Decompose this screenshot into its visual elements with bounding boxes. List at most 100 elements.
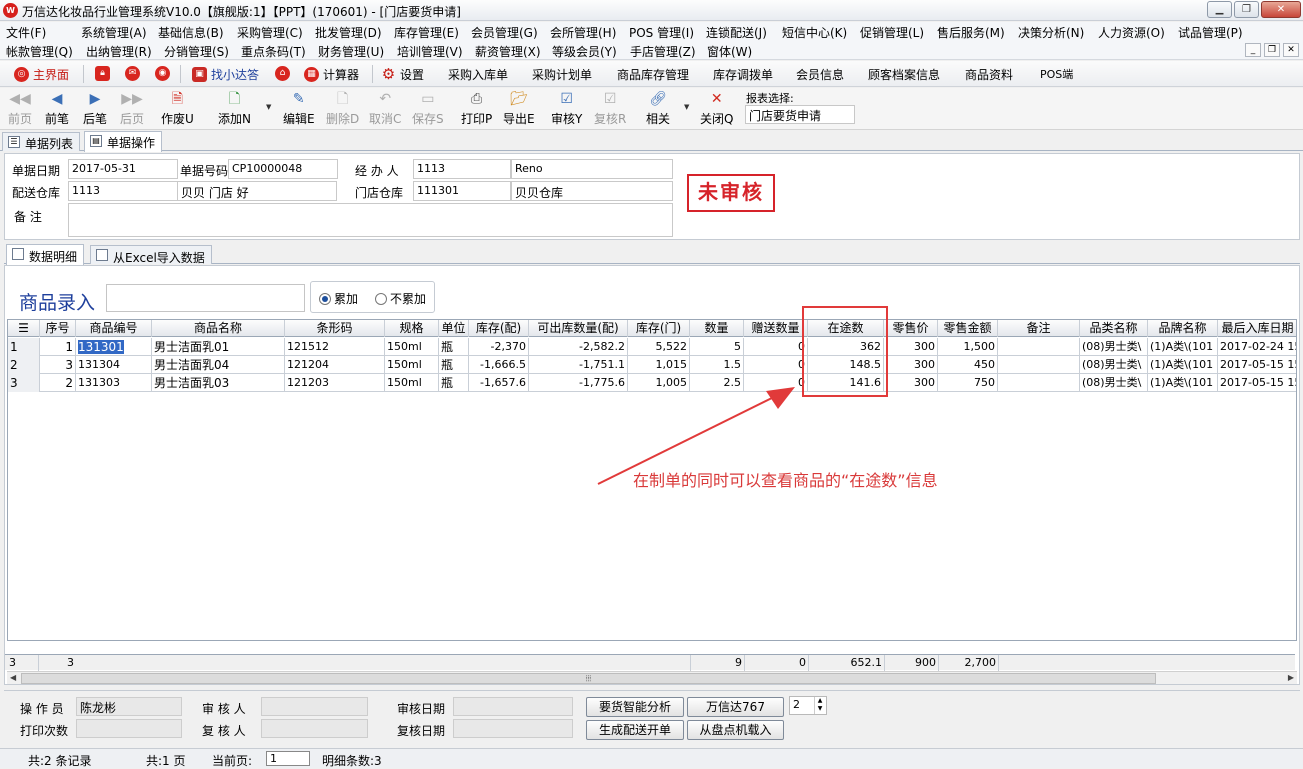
col-unit[interactable]: 单位 <box>439 320 469 337</box>
menu-barcode[interactable]: 重点条码(T) <box>241 43 306 60</box>
quantity-stepper[interactable]: 2 ▲ ▼ <box>789 696 827 715</box>
col-available[interactable]: 可出库数量(配) <box>529 320 628 337</box>
col-seq[interactable]: 序号 <box>40 320 76 337</box>
prev-record-button[interactable]: ◀ 前笔 <box>45 90 69 127</box>
menu-level-member[interactable]: 等级会员(Y) <box>552 43 617 60</box>
close-window-button[interactable]: ✕ <box>1261 1 1301 18</box>
report-select-input[interactable]: 门店要货申请 <box>745 105 855 124</box>
review-button[interactable]: ☑ 复核R <box>594 90 626 127</box>
col-code[interactable]: 商品编号 <box>76 320 152 337</box>
col-stock-store[interactable]: 库存(门) <box>628 320 690 337</box>
load-from-scanner-button[interactable]: 从盘点机载入 <box>687 720 784 740</box>
remark-field[interactable] <box>68 203 673 237</box>
save-button[interactable]: ▭ 保存S <box>412 90 444 127</box>
product-entry-input[interactable] <box>106 284 305 312</box>
spin-arrows-icon[interactable]: ▲ ▼ <box>814 697 825 714</box>
menu-trial[interactable]: 试品管理(P) <box>1178 24 1243 41</box>
horizontal-scrollbar[interactable]: ◀ ⦙⦙⦙ ▶ <box>7 671 1297 684</box>
col-stock-dist[interactable]: 库存(配) <box>469 320 529 337</box>
find-helper-button[interactable]: ▣ 找小达答 <box>192 66 259 83</box>
mdi-close-icon[interactable]: ✕ <box>1283 43 1299 57</box>
menu-after-sales[interactable]: 售后服务(M) <box>937 24 1005 41</box>
radio-no-accumulate[interactable]: 不累加 <box>375 290 426 307</box>
col-spec[interactable]: 规格 <box>385 320 439 337</box>
date-field[interactable]: 2017-05-31 <box>68 159 178 179</box>
col-qty[interactable]: 数量 <box>690 320 744 337</box>
menu-sms[interactable]: 短信中心(K) <box>782 24 847 41</box>
related-button[interactable]: 🔗︎ 相关 <box>646 90 670 127</box>
menu-salary[interactable]: 薪资管理(X) <box>475 43 541 60</box>
generate-delivery-button[interactable]: 生成配送开单 <box>586 720 684 740</box>
quick-link-transfer[interactable]: 库存调拨单 <box>713 66 773 83</box>
menu-system[interactable]: 系统管理(A) <box>81 24 147 41</box>
print-button[interactable]: ⎙ 打印P <box>461 90 492 127</box>
menu-window[interactable]: 窗体(W) <box>707 43 752 60</box>
store-warehouse-name-field[interactable]: 贝贝仓库 <box>511 181 673 201</box>
handler-code-field[interactable]: 1113 <box>413 159 511 179</box>
quick-link-product[interactable]: 商品资料 <box>965 66 1013 83</box>
menu-purchase[interactable]: 采购管理(C) <box>237 24 303 41</box>
menu-promotion[interactable]: 促销管理(L) <box>860 24 924 41</box>
first-page-button[interactable]: ◀◀ 前页 <box>8 90 32 127</box>
col-gift[interactable]: 赠送数量 <box>744 320 808 337</box>
menu-file[interactable]: 文件(F) <box>6 24 46 41</box>
close-button[interactable]: ✕ 关闭Q <box>700 90 733 127</box>
menu-member[interactable]: 会员管理(G) <box>471 24 538 41</box>
menu-distribution[interactable]: 分销管理(S) <box>164 43 229 60</box>
add-button[interactable]: 🗋 添加N <box>218 90 251 127</box>
selected-code-cell[interactable]: 131301 <box>78 340 124 354</box>
col-category[interactable]: 品类名称 <box>1080 320 1148 337</box>
menu-inventory[interactable]: 库存管理(E) <box>394 24 459 41</box>
mdi-minimize-icon[interactable]: _ <box>1245 43 1261 57</box>
dist-warehouse-name-field[interactable]: 贝贝 门店 好 <box>177 181 337 201</box>
menu-decision[interactable]: 决策分析(N) <box>1018 24 1084 41</box>
quick-link-pos[interactable]: POS端 <box>1040 66 1073 82</box>
table-row[interactable]: 2 3 131304 男士洁面乳04 121204 150ml 瓶 -1,666… <box>8 356 1296 374</box>
scroll-thumb[interactable]: ⦙⦙⦙ <box>21 673 1156 684</box>
tab-data-detail[interactable]: 数据明细 <box>6 244 85 265</box>
tab-import-excel[interactable]: 从Excel导入数据 <box>90 245 212 265</box>
col-last-in[interactable]: 最后入库日期 <box>1218 320 1296 337</box>
docno-field[interactable]: CP10000048 <box>228 159 338 179</box>
col-remark[interactable]: 备注 <box>998 320 1080 337</box>
export-button[interactable]: 📂︎ 导出E <box>503 90 535 127</box>
cancel-button[interactable]: ↶ 取消C <box>369 90 401 127</box>
next-record-button[interactable]: ▶ 后笔 <box>83 90 107 127</box>
tab-document-list[interactable]: ☰ 单据列表 <box>2 132 81 151</box>
minimize-button[interactable]: ▁ <box>1207 1 1232 18</box>
menu-training[interactable]: 培训管理(V) <box>397 43 463 60</box>
quick-link-purchase-plan[interactable]: 采购计划单 <box>532 66 592 83</box>
menu-hr[interactable]: 人力资源(O) <box>1098 24 1165 41</box>
table-row[interactable]: 1 1 131301… 男士洁面乳01 121512 150ml 瓶 -2,37… <box>8 338 1296 356</box>
wxd-button[interactable]: 万信达767 <box>687 697 784 717</box>
audit-button[interactable]: ☑ 审核Y <box>551 90 582 127</box>
tab-document-operate[interactable]: ▤ 单据操作 <box>84 131 163 152</box>
smart-analysis-button[interactable]: 要货智能分析 <box>586 697 684 717</box>
menu-club[interactable]: 会所管理(H) <box>550 24 616 41</box>
related-dropdown-icon[interactable]: ▼ <box>684 103 689 111</box>
radio-accumulate[interactable]: 累加 <box>319 290 358 307</box>
store-warehouse-code-field[interactable]: 111301 <box>413 181 511 201</box>
chat-button[interactable]: ✉ <box>125 66 140 81</box>
menu-hand-store[interactable]: 手店管理(Z) <box>630 43 696 60</box>
col-amount[interactable]: 零售金额 <box>938 320 998 337</box>
col-barcode[interactable]: 条形码 <box>285 320 385 337</box>
restore-button[interactable]: ❐ <box>1234 1 1259 18</box>
quick-link-purchase-in[interactable]: 采购入库单 <box>448 66 508 83</box>
scroll-right-icon[interactable]: ▶ <box>1288 673 1294 682</box>
edit-button[interactable]: ✎ 编辑E <box>283 90 315 127</box>
menu-basic-info[interactable]: 基础信息(B) <box>158 24 224 41</box>
void-button[interactable]: 🗎 作废U <box>161 90 194 127</box>
dist-warehouse-code-field[interactable]: 1113 <box>68 181 178 201</box>
settings-button[interactable]: ⚙ 设置 <box>381 66 424 83</box>
delete-button[interactable]: 🗋 删除D <box>326 90 359 127</box>
quick-link-member-info[interactable]: 会员信息 <box>796 66 844 83</box>
calculator-button[interactable]: ▦ 计算器 <box>304 66 359 83</box>
current-page-input[interactable]: 1 <box>266 751 310 766</box>
quick-link-stock-manage[interactable]: 商品库存管理 <box>617 66 689 83</box>
home-button[interactable]: ⌂ <box>275 66 290 81</box>
scroll-left-icon[interactable]: ◀ <box>10 673 16 682</box>
col-name[interactable]: 商品名称 <box>152 320 285 337</box>
quick-link-customer[interactable]: 顾客档案信息 <box>868 66 940 83</box>
menu-accounts[interactable]: 帐款管理(Q) <box>6 43 73 60</box>
